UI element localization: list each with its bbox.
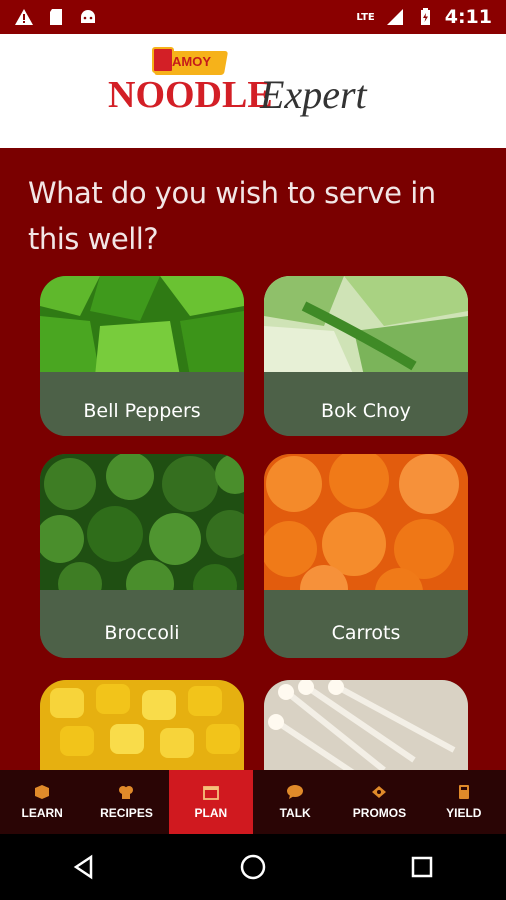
nav-talk[interactable]: TALK (253, 770, 337, 834)
home-button[interactable] (233, 847, 273, 887)
nav-label: RECIPES (100, 806, 153, 820)
logo-noodle-text: NOODLE (108, 74, 273, 116)
nav-yield[interactable]: YIELD (422, 770, 506, 834)
nav-label: YIELD (446, 806, 482, 820)
bottom-navigation: LEARN RECIPES PLAN TALK PROMOS YIELD (0, 770, 506, 834)
option-card-enoki-mushrooms[interactable] (264, 680, 468, 770)
option-card-bell-peppers[interactable]: Bell Peppers (40, 276, 244, 436)
option-card-corn[interactable] (40, 680, 244, 770)
signal-icon (386, 9, 403, 25)
bok-choy-photo (264, 276, 468, 376)
nav-recipes[interactable]: RECIPES (84, 770, 168, 834)
nav-promos[interactable]: PROMOS (337, 770, 421, 834)
logo-expert-text: Expert (260, 72, 367, 117)
nav-learn[interactable]: LEARN (0, 770, 84, 834)
carrots-photo (264, 454, 468, 594)
recents-button[interactable] (402, 847, 442, 887)
nav-label: PROMOS (352, 806, 407, 820)
promo-icon (372, 786, 387, 798)
chef-hat-icon (119, 786, 134, 799)
recents-icon (411, 856, 432, 878)
status-bar: LTE 4:11 (0, 0, 506, 34)
option-label: Bell Peppers (83, 400, 201, 422)
question-prompt: What do you wish to serve in this well? (28, 176, 436, 256)
sdcard-icon (50, 9, 62, 25)
home-icon (240, 854, 266, 880)
android-icon (81, 10, 95, 23)
nav-label: LEARN (21, 806, 63, 820)
option-label: Broccoli (104, 622, 180, 644)
option-card-carrots[interactable]: Carrots (264, 454, 468, 658)
option-card-bok-choy[interactable]: Bok Choy (264, 276, 468, 436)
bell-peppers-photo (40, 276, 244, 376)
option-label: Carrots (331, 622, 401, 644)
broccoli-photo (40, 454, 244, 594)
enoki-mushrooms-photo (264, 680, 468, 770)
app-header: AMOY NOODLE Expert (0, 34, 506, 148)
chat-icon (287, 785, 304, 799)
clock: 4:11 (444, 6, 492, 28)
nav-label: TALK (279, 806, 311, 820)
warning-icon (15, 9, 33, 25)
back-icon (74, 854, 93, 880)
system-navigation-bar (0, 834, 506, 900)
noodle-expert-logo: AMOY NOODLE Expert (108, 47, 398, 131)
logo-brand: AMOY (172, 54, 211, 69)
calculator-icon (458, 785, 469, 799)
main-content[interactable]: What do you wish to serve in this well? … (0, 148, 506, 770)
corn-photo (40, 680, 244, 770)
calendar-icon (202, 786, 219, 800)
nav-label: PLAN (194, 806, 228, 820)
option-label: Bok Choy (321, 400, 411, 422)
option-card-broccoli[interactable]: Broccoli (40, 454, 244, 658)
logo-seal (152, 47, 174, 73)
cube-icon (35, 785, 50, 799)
network-type: LTE (356, 11, 375, 23)
back-button[interactable] (64, 847, 104, 887)
nav-plan[interactable]: PLAN (168, 770, 253, 834)
battery-icon (420, 8, 430, 25)
